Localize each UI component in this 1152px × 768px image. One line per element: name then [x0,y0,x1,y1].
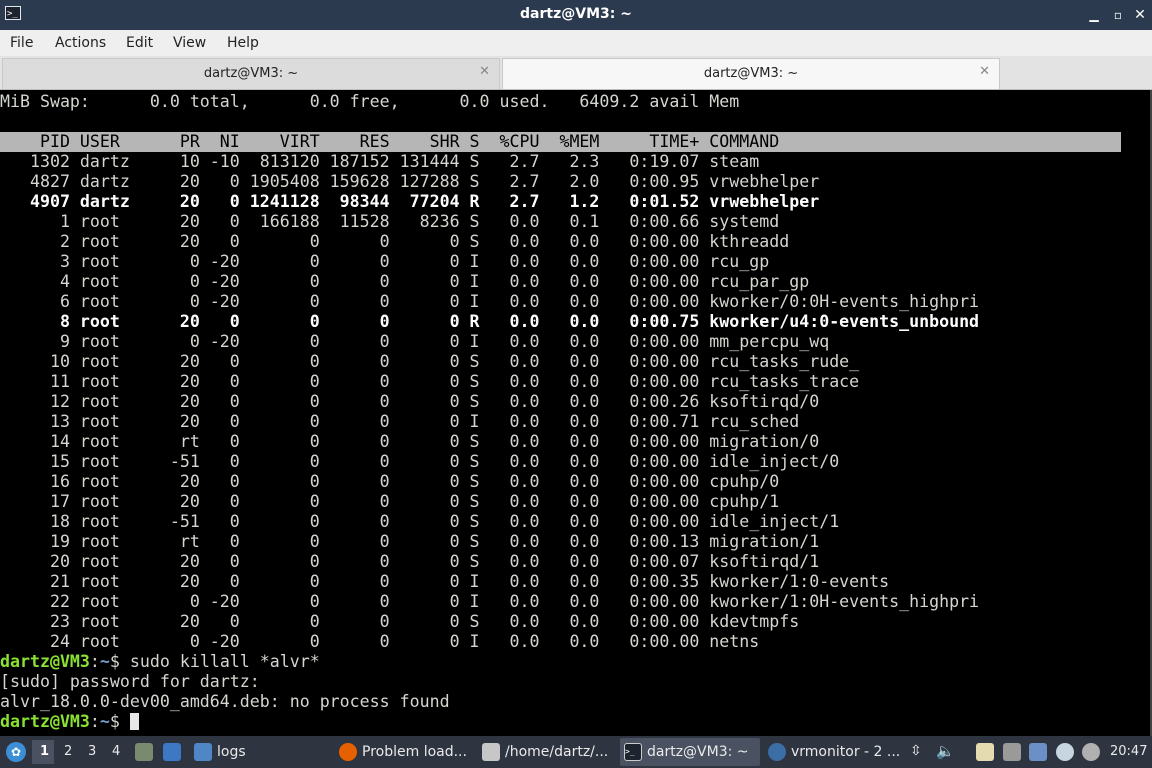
process-table: 1302 dartz 10 -10 813120 187152 131444 S… [0,152,1150,652]
steam-icon[interactable] [1056,743,1074,761]
workspace-4[interactable]: 4 [112,744,120,759]
close-icon[interactable]: ✕ [1132,7,1148,23]
process-row: 18 root -51 0 0 0 0 S 0.0 0.0 0:00.00 id… [0,512,840,531]
prompt-separator: : [89,652,100,671]
prompt-separator: : [89,712,100,731]
file-manager-icon[interactable] [135,743,153,761]
tab-bar: dartz@VM3: ~ ✕ dartz@VM3: ~ ✕ [0,56,1152,90]
minimize-icon[interactable]: ▁ [1086,7,1102,23]
tab-close-icon[interactable]: ✕ [479,64,490,79]
prompt-line: dartz@VM3:~$ sudo killall *alvr* [0,652,1150,672]
volume-icon[interactable]: 🔈 [936,742,955,760]
prompt-sign: $ [109,652,130,671]
menu-edit[interactable]: Edit [126,35,153,51]
start-menu-icon[interactable]: ✿ [6,742,26,762]
task-text-editor[interactable]: /home/dartz/... [478,738,618,766]
process-row: 12 root 20 0 0 0 0 S 0.0 0.0 0:00.26 kso… [0,392,820,411]
process-row: 23 root 20 0 0 0 0 S 0.0 0.0 0:00.00 kde… [0,612,800,631]
process-row: 1302 dartz 10 -10 813120 187152 131444 S… [0,152,760,171]
text-editor-icon [482,743,500,761]
clipboard-icon[interactable] [976,743,994,761]
menu-actions[interactable]: Actions [55,35,106,51]
window-titlebar[interactable]: >_ dartz@VM3: ~ ▁ ▫ ✕ [0,0,1152,30]
tab-close-icon[interactable]: ✕ [979,64,990,79]
process-row: 8 root 20 0 0 0 0 R 0.0 0.0 0:00.75 kwor… [0,312,980,331]
prompt-user: dartz@VM3 [0,652,90,671]
process-row: 16 root 20 0 0 0 0 S 0.0 0.0 0:00.00 cpu… [0,472,780,491]
output-line: alvr_18.0.0-dev00_amd64.deb: no process … [0,692,450,711]
taskbar-folder-logs[interactable]: logs [190,738,330,766]
task-label: logs [217,744,246,760]
maximize-icon[interactable]: ▫ [1110,7,1126,23]
swap-summary-line: MiB Swap: 0.0 total, 0.0 free, 0.0 used.… [0,92,740,111]
process-row: 13 root 20 0 0 0 0 I 0.0 0.0 0:00.71 rcu… [0,412,800,431]
terminal-view[interactable]: MiB Swap: 0.0 total, 0.0 free, 0.0 used.… [0,90,1152,736]
process-row: 3 root 0 -20 0 0 0 I 0.0 0.0 0:00.00 rcu… [0,252,770,271]
clock[interactable]: 20:47 [1110,744,1147,759]
menu-bar: File Actions Edit View Help [0,30,1152,56]
task-vrmonitor[interactable]: vrmonitor - 2 ... [764,738,904,766]
prompt-line: dartz@VM3:~$ [0,712,1150,732]
process-row: 11 root 20 0 0 0 0 S 0.0 0.0 0:00.00 rcu… [0,372,860,391]
scroll-icon[interactable]: ⇳ [910,743,922,759]
process-row: 15 root -51 0 0 0 0 S 0.0 0.0 0:00.00 id… [0,452,840,471]
bluetooth-icon[interactable] [1029,743,1047,761]
prompt-path: ~ [99,712,110,731]
folder-icon [194,743,212,761]
command-text: sudo killall *alvr* [129,652,320,671]
task-label: dartz@VM3: ~ [647,744,749,760]
process-row: 9 root 0 -20 0 0 0 I 0.0 0.0 0:00.00 mm_… [0,332,830,351]
process-row: 20 root 20 0 0 0 0 S 0.0 0.0 0:00.07 kso… [0,552,820,571]
steamvr-icon [768,743,786,761]
process-row: 14 root rt 0 0 0 0 S 0.0 0.0 0:00.00 mig… [0,432,820,451]
terminal-icon: >_ [624,743,642,761]
workspace-1[interactable]: 1 [40,744,49,759]
task-label: vrmonitor - 2 ... [791,744,901,760]
workspace-3[interactable]: 3 [88,744,96,759]
text-cursor[interactable] [129,713,139,730]
tab-terminal-1[interactable]: dartz@VM3: ~ ✕ [2,58,500,89]
power-icon[interactable] [1082,743,1100,761]
prompt-user: dartz@VM3 [0,712,90,731]
process-row: 24 root 0 -20 0 0 0 I 0.0 0.0 0:00.00 ne… [0,632,760,651]
process-row: 1 root 20 0 166188 11528 8236 S 0.0 0.1 … [0,212,780,231]
menu-help[interactable]: Help [227,35,259,51]
task-label: Problem load... [362,744,467,760]
process-row: 4827 dartz 20 0 1905408 159628 127288 S … [0,172,820,191]
process-row: 22 root 0 -20 0 0 0 I 0.0 0.0 0:00.00 kw… [0,592,980,611]
task-firefox[interactable]: Problem load... [335,738,475,766]
task-label: /home/dartz/... [505,744,609,760]
process-row: 21 root 20 0 0 0 0 I 0.0 0.0 0:00.35 kwo… [0,572,890,591]
network-icon[interactable] [1003,743,1021,761]
workspace-2[interactable]: 2 [64,744,72,759]
task-terminal-active[interactable]: >_ dartz@VM3: ~ [620,738,760,766]
tab-label: dartz@VM3: ~ [203,66,299,81]
process-row: 4907 dartz 20 0 1241128 98344 77204 R 2.… [0,192,820,211]
menu-file[interactable]: File [10,35,33,51]
show-desktop-icon[interactable] [163,743,181,761]
prompt-sign: $ [109,712,130,731]
process-row: 10 root 20 0 0 0 0 S 0.0 0.0 0:00.00 rcu… [0,352,860,371]
process-row: 4 root 0 -20 0 0 0 I 0.0 0.0 0:00.00 rcu… [0,272,810,291]
tab-terminal-2[interactable]: dartz@VM3: ~ ✕ [502,58,1000,89]
firefox-icon [339,743,357,761]
process-row: 6 root 0 -20 0 0 0 I 0.0 0.0 0:00.00 kwo… [0,292,980,311]
process-table-header: PID USER PR NI VIRT RES SHR S %CPU %MEM … [0,132,1121,152]
prompt-path: ~ [99,652,110,671]
menu-view[interactable]: View [173,35,206,51]
process-row: 19 root rt 0 0 0 0 S 0.0 0.0 0:00.13 mig… [0,532,820,551]
process-row: 2 root 20 0 0 0 0 S 0.0 0.0 0:00.00 kthr… [0,232,790,251]
taskbar: ✿ 1 2 3 4 logs Problem load... /home/dar… [0,736,1152,768]
window-title: dartz@VM3: ~ [520,6,632,22]
tab-label: dartz@VM3: ~ [703,66,799,81]
process-row: 17 root 20 0 0 0 0 S 0.0 0.0 0:00.00 cpu… [0,492,780,511]
output-line: [sudo] password for dartz: [0,672,260,691]
